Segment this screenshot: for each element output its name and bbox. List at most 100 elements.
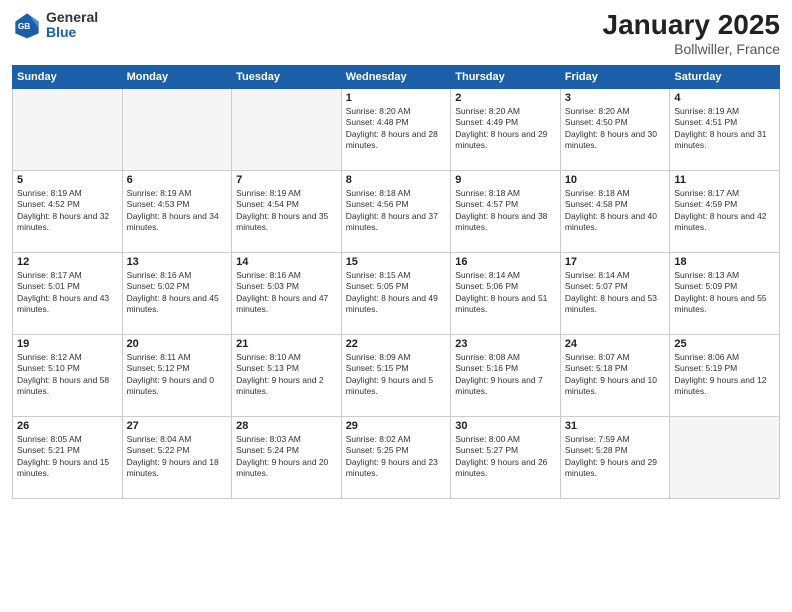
logo: GB General Blue — [12, 10, 98, 41]
cell-info: Sunrise: 8:06 AM Sunset: 5:19 PM Dayligh… — [674, 352, 775, 398]
cell-info: Sunrise: 8:09 AM Sunset: 5:15 PM Dayligh… — [346, 352, 447, 398]
header: GB General Blue January 2025 Bollwiller,… — [12, 10, 780, 57]
calendar-cell — [232, 88, 342, 170]
day-number: 6 — [127, 174, 228, 186]
day-number: 29 — [346, 420, 447, 432]
cell-info: Sunrise: 8:08 AM Sunset: 5:16 PM Dayligh… — [455, 352, 556, 398]
day-number: 1 — [346, 92, 447, 104]
cell-info: Sunrise: 8:12 AM Sunset: 5:10 PM Dayligh… — [17, 352, 118, 398]
cell-info: Sunrise: 8:04 AM Sunset: 5:22 PM Dayligh… — [127, 434, 228, 480]
day-number: 16 — [455, 256, 556, 268]
day-number: 2 — [455, 92, 556, 104]
day-number: 9 — [455, 174, 556, 186]
logo-blue-text: Blue — [46, 25, 98, 40]
cell-info: Sunrise: 7:59 AM Sunset: 5:28 PM Dayligh… — [565, 434, 666, 480]
cell-info: Sunrise: 8:14 AM Sunset: 5:06 PM Dayligh… — [455, 270, 556, 316]
day-number: 25 — [674, 338, 775, 350]
day-number: 24 — [565, 338, 666, 350]
week-row-4: 19Sunrise: 8:12 AM Sunset: 5:10 PM Dayli… — [13, 334, 780, 416]
col-sunday: Sunday — [13, 65, 123, 88]
week-row-3: 12 Sunrise: 8:17 AM Sunset: 5:01 PM Dayli… — [13, 252, 780, 334]
col-monday: Monday — [122, 65, 232, 88]
cell-info: Sunrise: 8:19 AM Sunset: 4:52 PM Dayligh… — [17, 188, 118, 234]
calendar-cell: 27 Sunrise: 8:04 AM Sunset: 5:22 PM Dayli… — [122, 416, 232, 498]
calendar-cell: 25 Sunrise: 8:06 AM Sunset: 5:19 PM Dayli… — [670, 334, 780, 416]
cell-info: Sunrise: 8:03 AM Sunset: 5:24 PM Dayligh… — [236, 434, 337, 480]
logo-icon: GB — [12, 10, 42, 40]
calendar-cell: 28 Sunrise: 8:03 AM Sunset: 5:24 PM Dayli… — [232, 416, 342, 498]
calendar-cell: 24 Sunrise: 8:07 AM Sunset: 5:18 PM Dayli… — [560, 334, 670, 416]
day-number: 5 — [17, 174, 118, 186]
day-number: 11 — [674, 174, 775, 186]
day-number: 20 — [127, 338, 228, 350]
calendar-cell: 20 Sunrise: 8:11 AM Sunset: 5:12 PM Dayli… — [122, 334, 232, 416]
week-row-5: 26Sunrise: 8:05 AM Sunset: 5:21 PM Dayli… — [13, 416, 780, 498]
calendar-cell — [670, 416, 780, 498]
day-number: 28 — [236, 420, 337, 432]
day-number: 12 — [17, 256, 118, 268]
calendar-cell: 29 Sunrise: 8:02 AM Sunset: 5:25 PM Dayli… — [341, 416, 451, 498]
col-tuesday: Tuesday — [232, 65, 342, 88]
day-number: 3 — [565, 92, 666, 104]
cell-info: Sunrise: 8:17 AM Sunset: 4:59 PM Dayligh… — [674, 188, 775, 234]
calendar-cell: 1Sunrise: 8:20 AM Sunset: 4:48 PM Daylig… — [341, 88, 451, 170]
day-number: 30 — [455, 420, 556, 432]
calendar-cell: 2Sunrise: 8:20 AM Sunset: 4:49 PM Daylig… — [451, 88, 561, 170]
day-number: 10 — [565, 174, 666, 186]
calendar-cell: 13 Sunrise: 8:16 AM Sunset: 5:02 PM Dayli… — [122, 252, 232, 334]
calendar-cell: 31Sunrise: 7:59 AM Sunset: 5:28 PM Dayli… — [560, 416, 670, 498]
col-wednesday: Wednesday — [341, 65, 451, 88]
calendar-cell: 17Sunrise: 8:14 AM Sunset: 5:07 PM Dayli… — [560, 252, 670, 334]
month-title: January 2025 — [603, 10, 780, 41]
col-thursday: Thursday — [451, 65, 561, 88]
calendar-cell: 18Sunrise: 8:13 AM Sunset: 5:09 PM Dayli… — [670, 252, 780, 334]
calendar-cell: 3 Sunrise: 8:20 AM Sunset: 4:50 PM Daylig… — [560, 88, 670, 170]
title-block: January 2025 Bollwiller, France — [603, 10, 780, 57]
cell-info: Sunrise: 8:10 AM Sunset: 5:13 PM Dayligh… — [236, 352, 337, 398]
calendar-cell: 10 Sunrise: 8:18 AM Sunset: 4:58 PM Dayli… — [560, 170, 670, 252]
logo-text: General Blue — [46, 10, 98, 41]
calendar-cell: 12 Sunrise: 8:17 AM Sunset: 5:01 PM Dayli… — [13, 252, 123, 334]
calendar-cell: 23 Sunrise: 8:08 AM Sunset: 5:16 PM Dayli… — [451, 334, 561, 416]
cell-info: Sunrise: 8:15 AM Sunset: 5:05 PM Dayligh… — [346, 270, 447, 316]
calendar-cell: 26Sunrise: 8:05 AM Sunset: 5:21 PM Dayli… — [13, 416, 123, 498]
day-number: 22 — [346, 338, 447, 350]
calendar-cell: 11 Sunrise: 8:17 AM Sunset: 4:59 PM Dayli… — [670, 170, 780, 252]
calendar-cell: 22 Sunrise: 8:09 AM Sunset: 5:15 PM Dayli… — [341, 334, 451, 416]
cell-info: Sunrise: 8:11 AM Sunset: 5:12 PM Dayligh… — [127, 352, 228, 398]
cell-info: Sunrise: 8:02 AM Sunset: 5:25 PM Dayligh… — [346, 434, 447, 480]
col-friday: Friday — [560, 65, 670, 88]
calendar-cell: 5 Sunrise: 8:19 AM Sunset: 4:52 PM Daylig… — [13, 170, 123, 252]
day-number: 23 — [455, 338, 556, 350]
cell-info: Sunrise: 8:00 AM Sunset: 5:27 PM Dayligh… — [455, 434, 556, 480]
page: GB General Blue January 2025 Bollwiller,… — [0, 0, 792, 612]
calendar-header-row: Sunday Monday Tuesday Wednesday Thursday… — [13, 65, 780, 88]
cell-info: Sunrise: 8:16 AM Sunset: 5:02 PM Dayligh… — [127, 270, 228, 316]
day-number: 15 — [346, 256, 447, 268]
day-number: 8 — [346, 174, 447, 186]
cell-info: Sunrise: 8:05 AM Sunset: 5:21 PM Dayligh… — [17, 434, 118, 480]
calendar-cell: 30 Sunrise: 8:00 AM Sunset: 5:27 PM Dayli… — [451, 416, 561, 498]
cell-info: Sunrise: 8:20 AM Sunset: 4:50 PM Dayligh… — [565, 106, 666, 152]
day-number: 4 — [674, 92, 775, 104]
cell-info: Sunrise: 8:19 AM Sunset: 4:54 PM Dayligh… — [236, 188, 337, 234]
calendar-cell: 19Sunrise: 8:12 AM Sunset: 5:10 PM Dayli… — [13, 334, 123, 416]
calendar-cell: 4Sunrise: 8:19 AM Sunset: 4:51 PM Daylig… — [670, 88, 780, 170]
cell-info: Sunrise: 8:18 AM Sunset: 4:56 PM Dayligh… — [346, 188, 447, 234]
cell-info: Sunrise: 8:07 AM Sunset: 5:18 PM Dayligh… — [565, 352, 666, 398]
day-number: 13 — [127, 256, 228, 268]
day-number: 27 — [127, 420, 228, 432]
calendar-cell: 6Sunrise: 8:19 AM Sunset: 4:53 PM Daylig… — [122, 170, 232, 252]
calendar-cell — [13, 88, 123, 170]
location-subtitle: Bollwiller, France — [603, 41, 780, 57]
cell-info: Sunrise: 8:17 AM Sunset: 5:01 PM Dayligh… — [17, 270, 118, 316]
week-row-1: 1Sunrise: 8:20 AM Sunset: 4:48 PM Daylig… — [13, 88, 780, 170]
calendar-cell: 15 Sunrise: 8:15 AM Sunset: 5:05 PM Dayli… — [341, 252, 451, 334]
cell-info: Sunrise: 8:18 AM Sunset: 4:58 PM Dayligh… — [565, 188, 666, 234]
calendar: Sunday Monday Tuesday Wednesday Thursday… — [12, 65, 780, 499]
cell-info: Sunrise: 8:13 AM Sunset: 5:09 PM Dayligh… — [674, 270, 775, 316]
cell-info: Sunrise: 8:16 AM Sunset: 5:03 PM Dayligh… — [236, 270, 337, 316]
day-number: 14 — [236, 256, 337, 268]
day-number: 21 — [236, 338, 337, 350]
cell-info: Sunrise: 8:18 AM Sunset: 4:57 PM Dayligh… — [455, 188, 556, 234]
